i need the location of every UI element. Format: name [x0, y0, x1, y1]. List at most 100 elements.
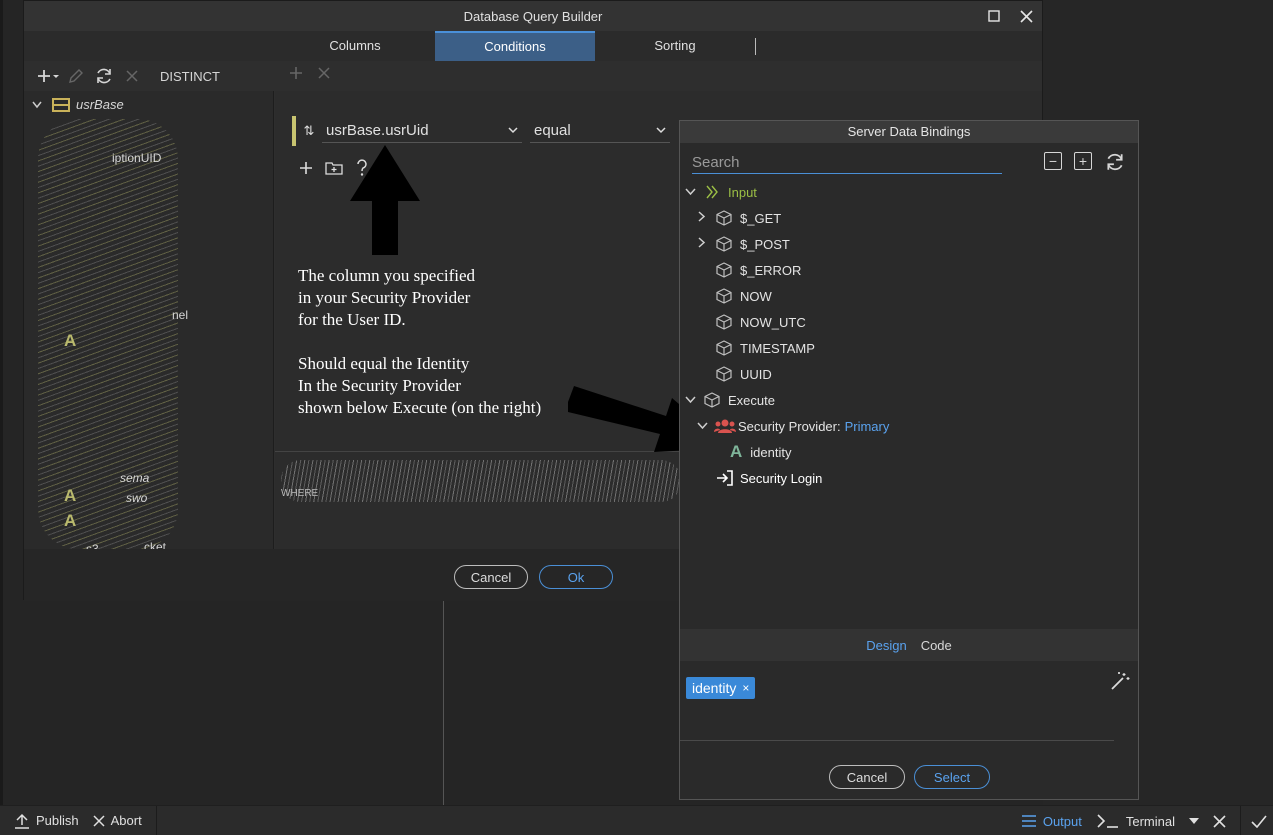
chevron-down-icon[interactable]: [682, 393, 698, 407]
tab-code[interactable]: Code: [921, 638, 952, 653]
folder-plus-icon: [325, 162, 343, 175]
delete-condition-button[interactable]: [310, 61, 338, 85]
tree-node-label: Execute: [728, 392, 775, 408]
refresh-icon: [97, 68, 111, 84]
query-tabs: Columns Conditions Sorting: [24, 31, 1042, 61]
dialog-title: Database Query Builder: [463, 8, 603, 24]
abort-label: Abort: [110, 813, 142, 828]
chevron-right-icon[interactable]: [694, 237, 710, 251]
refresh-icon[interactable]: [1104, 152, 1126, 172]
cancel-button[interactable]: Cancel: [829, 765, 905, 789]
tree-column-label[interactable]: iptionUID: [112, 151, 161, 165]
tree-node-security-login[interactable]: Security Login: [716, 465, 822, 491]
status-separator: [155, 805, 157, 835]
chevron-down-icon: [656, 127, 666, 134]
tab-conditions[interactable]: Conditions: [435, 31, 595, 61]
expression-chip[interactable]: identity ×: [686, 677, 756, 699]
add-dropdown-button[interactable]: [34, 64, 62, 88]
tree-column-label[interactable]: nel: [172, 308, 188, 322]
database-tree: usrBase iptionUID nel sema swo s3 cket A…: [24, 91, 274, 549]
publish-label: Publish: [36, 813, 79, 828]
chip-remove-icon[interactable]: ×: [742, 681, 749, 695]
conditions-toolbar: [282, 61, 338, 85]
tree-node-label: TIMESTAMP: [740, 340, 815, 356]
tree-node-input[interactable]: Input: [682, 179, 757, 205]
refresh-button[interactable]: [90, 64, 118, 88]
plus-icon: [300, 162, 312, 174]
text-column-icon: A: [64, 511, 77, 530]
ok-button[interactable]: Ok: [539, 565, 613, 589]
edit-button[interactable]: [62, 64, 90, 88]
tree-node-timestamp[interactable]: TIMESTAMP: [710, 335, 815, 361]
terminal-tab[interactable]: Terminal: [1096, 813, 1175, 829]
panel-dropdown-button[interactable]: [1189, 818, 1199, 824]
tree-node-post[interactable]: $_POST: [694, 231, 790, 257]
abort-button[interactable]: Abort: [93, 813, 142, 828]
search-input[interactable]: [692, 152, 1002, 173]
maximize-button[interactable]: [984, 6, 1004, 26]
tree-node-get[interactable]: $_GET: [694, 205, 781, 231]
publish-button[interactable]: Publish: [14, 813, 79, 829]
bindings-title: Server Data Bindings: [680, 121, 1138, 143]
condition-operator-select[interactable]: equal: [530, 119, 670, 143]
collapse-all-icon[interactable]: −: [1044, 152, 1062, 170]
close-button[interactable]: [1016, 6, 1036, 26]
tree-node-now-utc[interactable]: NOW_UTC: [710, 309, 806, 335]
tree-table-usrbase[interactable]: usrBase: [32, 97, 124, 112]
distinct-toggle[interactable]: DISTINCT: [160, 69, 220, 84]
security-provider-name: Primary: [844, 418, 890, 434]
chevron-down-icon[interactable]: [694, 419, 710, 433]
maximize-icon: [988, 10, 1000, 22]
tree-node-error[interactable]: $_ERROR: [710, 257, 801, 283]
chevron-down-icon: [508, 127, 518, 134]
tree-column-label: swo: [126, 491, 148, 505]
close-icon: [126, 70, 138, 82]
confirm-button[interactable]: [1251, 814, 1267, 828]
login-icon: [717, 470, 733, 486]
tab-sorting[interactable]: Sorting: [595, 31, 755, 61]
add-condition-button[interactable]: [282, 61, 310, 85]
check-icon: [1251, 814, 1267, 828]
server-data-bindings-dialog: Server Data Bindings − + Input $_GET $_P…: [679, 120, 1139, 800]
plus-icon: [38, 70, 59, 82]
editor-left-strip: [0, 0, 3, 805]
cube-icon: [716, 288, 732, 304]
list-icon: [1021, 815, 1036, 827]
select-button[interactable]: Select: [914, 765, 990, 789]
tree-node-uuid[interactable]: UUID: [710, 361, 772, 387]
magic-wand-icon[interactable]: [1110, 671, 1132, 693]
output-tab[interactable]: Output: [1021, 814, 1082, 829]
tree-node-security-provider[interactable]: Security Provider: Primary: [694, 413, 889, 439]
chevron-down-icon[interactable]: [682, 185, 698, 199]
expand-all-icon[interactable]: +: [1074, 152, 1092, 170]
tree-node-label: Input: [728, 184, 757, 200]
tree-column-label: sema: [120, 471, 150, 485]
table-icon: [52, 97, 70, 112]
close-icon: [93, 814, 105, 827]
close-icon: [1213, 814, 1226, 828]
sort-icon[interactable]: ⇅: [296, 123, 322, 139]
cancel-button[interactable]: Cancel: [454, 565, 528, 589]
chevron-right-icon[interactable]: [694, 211, 710, 225]
dialog-titlebar: Database Query Builder: [24, 1, 1042, 31]
add-group-button[interactable]: [323, 157, 345, 179]
close-panel-button[interactable]: [1213, 814, 1226, 828]
add-rule-button[interactable]: [295, 157, 317, 179]
annotation-arrow-up: [350, 145, 420, 255]
tree-node-identity[interactable]: A identity: [730, 439, 791, 465]
tree-node-now[interactable]: NOW: [710, 283, 772, 309]
tree-node-execute[interactable]: Execute: [682, 387, 775, 413]
bindings-footer: Cancel Select: [680, 741, 1138, 799]
tab-design[interactable]: Design: [866, 638, 906, 653]
expression-editor[interactable]: identity ×: [680, 661, 1138, 741]
users-icon: [714, 419, 736, 433]
tree-node-label: Security Login: [740, 470, 823, 486]
cube-icon: [716, 262, 732, 278]
tree-node-label: NOW: [740, 288, 772, 304]
chevron-down-icon[interactable]: [32, 98, 46, 112]
condition-field-select[interactable]: usrBase.usrUid: [322, 119, 522, 143]
remove-button[interactable]: [118, 64, 146, 88]
caret-down-icon: [1189, 818, 1199, 824]
tree-node-label: $_ERROR: [740, 262, 802, 278]
tab-columns[interactable]: Columns: [275, 31, 435, 61]
